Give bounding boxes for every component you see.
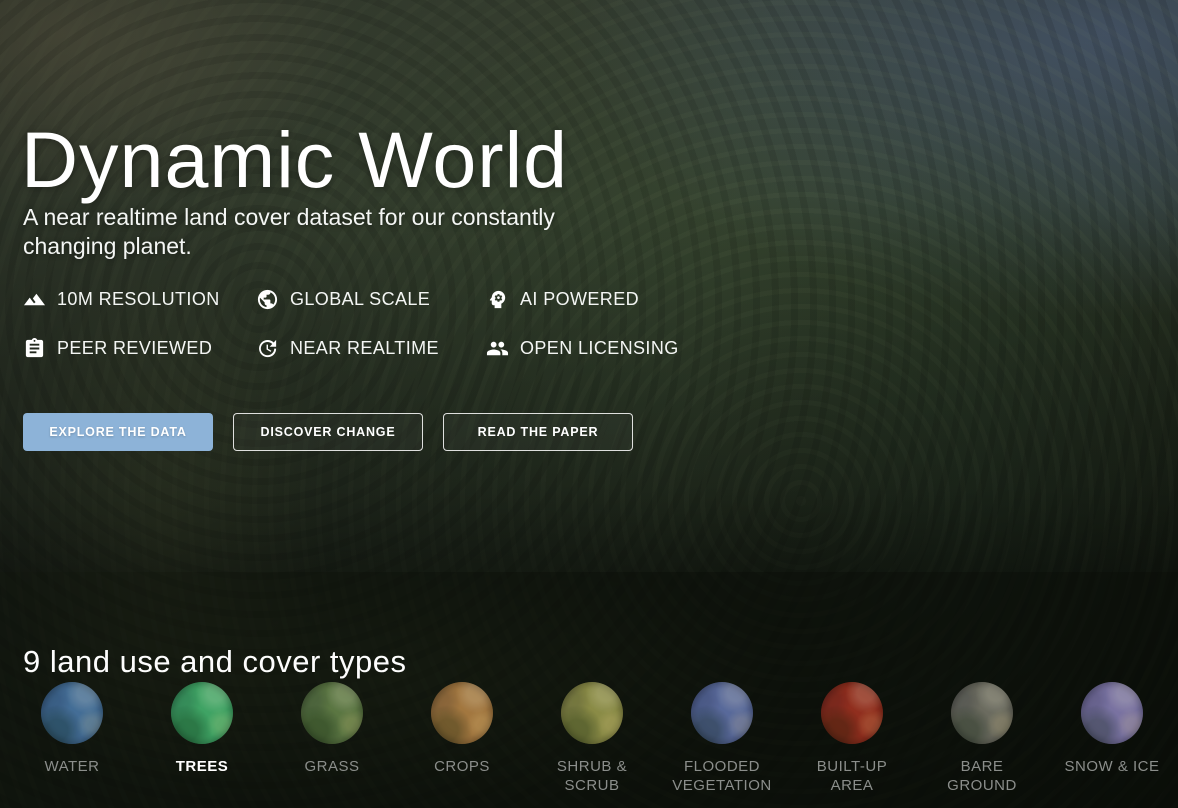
land-cover-item-built-up-area[interactable]: BUILT-UP AREA <box>787 682 917 795</box>
feature-10m-resolution: 10M RESOLUTION <box>23 288 256 311</box>
water-swatch <box>41 682 103 744</box>
built-up-area-swatch <box>821 682 883 744</box>
update-clock-icon <box>259 339 277 358</box>
feature-near-realtime: NEAR REALTIME <box>256 337 486 360</box>
land-cover-heading: 9 land use and cover types <box>23 643 407 679</box>
shrub-scrub-swatch <box>561 682 623 744</box>
terrain-icon <box>23 293 46 306</box>
feature-label: OPEN LICENSING <box>520 338 679 358</box>
discover-change-button[interactable]: DISCOVER CHANGE <box>233 413 423 451</box>
explore-the-data-button[interactable]: EXPLORE THE DATA <box>23 413 213 451</box>
trees-swatch <box>171 682 233 744</box>
read-the-paper-button[interactable]: READ THE PAPER <box>443 413 633 451</box>
feature-label: PEER REVIEWED <box>57 338 213 358</box>
hero-buttons: EXPLORE THE DATA DISCOVER CHANGE READ TH… <box>23 413 633 451</box>
clipboard-icon <box>25 337 44 358</box>
land-cover-label: BUILT-UP AREA <box>816 758 888 794</box>
land-cover-item-water[interactable]: WATER <box>7 682 137 795</box>
dynamic-world-page: Dynamic World A near realtime land cover… <box>0 0 1178 808</box>
crops-swatch <box>431 682 493 744</box>
land-cover-item-bare-ground[interactable]: BARE GROUND <box>917 682 1047 795</box>
feature-label: 10M RESOLUTION <box>57 289 220 309</box>
feature-label: GLOBAL SCALE <box>290 289 431 309</box>
land-cover-label: SHRUB & SCRUB <box>556 758 628 794</box>
people-icon <box>486 341 509 356</box>
feature-label: AI POWERED <box>520 289 640 309</box>
land-cover-item-shrub-scrub[interactable]: SHRUB & SCRUB <box>527 682 657 795</box>
feature-global-scale: GLOBAL SCALE <box>256 288 486 311</box>
land-cover-item-trees[interactable]: TREES <box>137 682 267 795</box>
land-cover-item-snow-ice[interactable]: SNOW & ICE <box>1047 682 1177 795</box>
feature-peer-reviewed: PEER REVIEWED <box>23 337 256 360</box>
land-cover-label: WATER <box>44 758 100 775</box>
land-cover-label: BARE GROUND <box>947 758 1017 794</box>
land-cover-item-crops[interactable]: CROPS <box>397 682 527 795</box>
globe-icon <box>257 289 278 310</box>
bare-ground-swatch <box>951 682 1013 744</box>
snow-ice-swatch <box>1081 682 1143 744</box>
page-title: Dynamic World <box>21 114 569 204</box>
land-cover-label: CROPS <box>434 758 490 775</box>
land-cover-label: FLOODED VEGETATION <box>672 758 772 794</box>
feature-ai-powered: AI POWERED <box>486 288 726 311</box>
land-cover-label: TREES <box>175 758 229 775</box>
grass-swatch <box>301 682 363 744</box>
hero-dark-overlay <box>0 0 1178 572</box>
ai-brain-icon <box>489 290 506 309</box>
feature-badges: 10M RESOLUTION GLOBAL SCALE AI POWERED P… <box>23 288 726 360</box>
land-cover-row: WATER TREES GRASS CROPS SHRUB & SCRUB FL… <box>7 682 1177 795</box>
land-cover-section: 9 land use and cover types WATER TREES G… <box>0 572 1178 808</box>
hero-subtitle: A near realtime land cover dataset for o… <box>23 204 555 259</box>
flooded-vegetation-swatch <box>691 682 753 744</box>
feature-label: NEAR REALTIME <box>290 338 439 358</box>
land-cover-item-flooded-vegetation[interactable]: FLOODED VEGETATION <box>657 682 787 795</box>
land-cover-label: GRASS <box>304 758 360 775</box>
land-cover-item-grass[interactable]: GRASS <box>267 682 397 795</box>
feature-open-licensing: OPEN LICENSING <box>486 337 726 360</box>
land-cover-label: SNOW & ICE <box>1064 758 1160 775</box>
